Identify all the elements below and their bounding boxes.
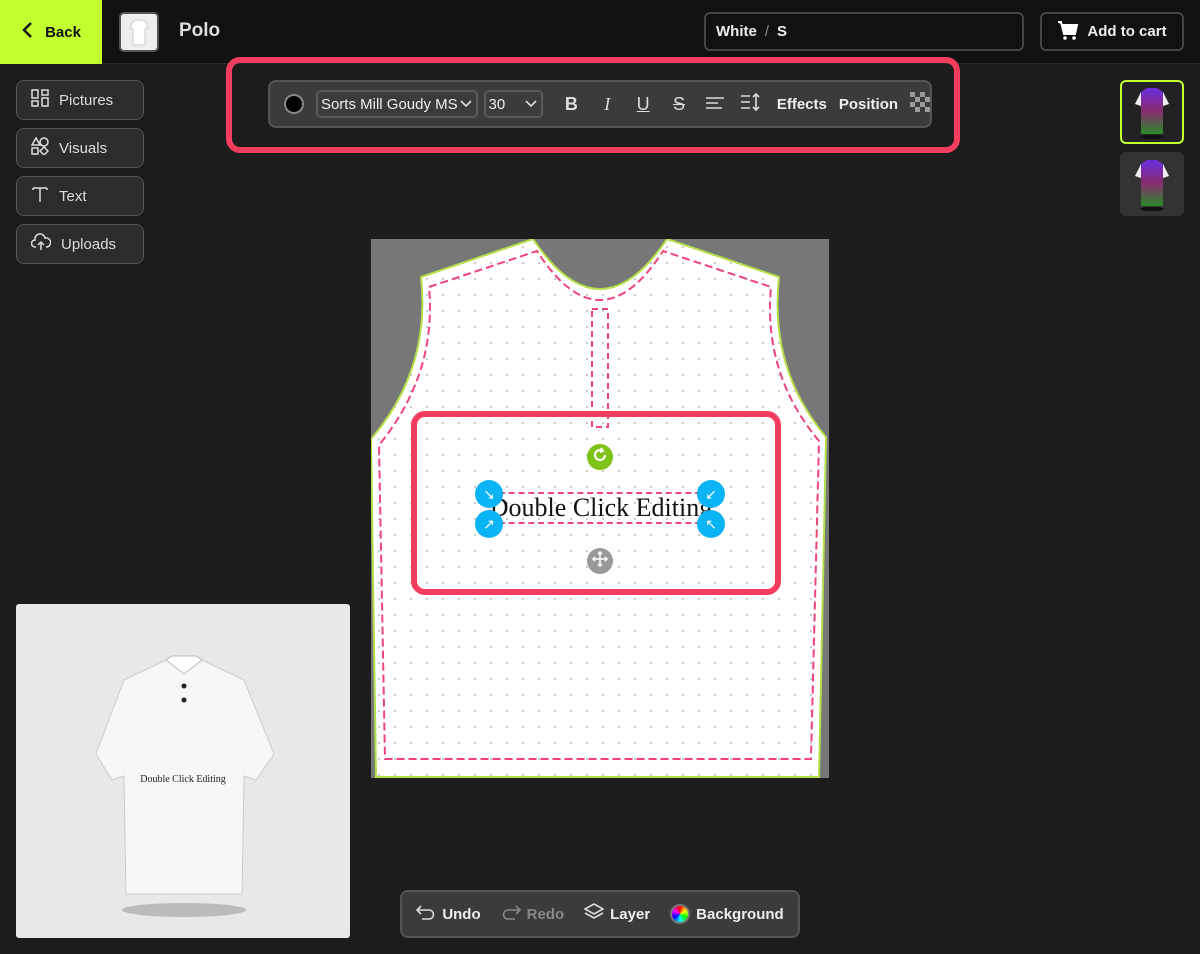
resize-handle-bottom-right[interactable]: ↖ bbox=[697, 510, 725, 538]
undo-button[interactable]: Undo bbox=[416, 904, 481, 924]
layer-label: Layer bbox=[610, 905, 651, 923]
redo-button[interactable]: Redo bbox=[501, 904, 565, 924]
italic-button[interactable]: I bbox=[589, 94, 625, 115]
sidebar-item-label: Uploads bbox=[61, 235, 117, 253]
variant-thumbnail-front[interactable] bbox=[1120, 80, 1184, 144]
product-title: Polo bbox=[179, 20, 221, 41]
redo-label: Redo bbox=[526, 905, 565, 923]
rotate-handle[interactable] bbox=[587, 444, 613, 470]
rotate-icon bbox=[592, 446, 608, 468]
add-to-cart-button[interactable]: Add to cart bbox=[1040, 12, 1184, 51]
variant-separator: / bbox=[764, 23, 769, 40]
align-left-icon[interactable] bbox=[697, 94, 733, 115]
variant-thumbnail-back[interactable] bbox=[1120, 152, 1184, 216]
cart-icon bbox=[1057, 20, 1079, 44]
move-handle[interactable] bbox=[587, 548, 613, 574]
position-button[interactable]: Position bbox=[839, 96, 898, 113]
sidebar-item-pictures[interactable]: Pictures bbox=[16, 80, 144, 120]
preview-design-text: Double Click Editing bbox=[140, 774, 226, 785]
underline-button[interactable]: U bbox=[625, 94, 661, 115]
add-to-cart-label: Add to cart bbox=[1087, 23, 1167, 40]
back-button[interactable]: Back bbox=[0, 0, 102, 64]
transparency-icon[interactable] bbox=[910, 91, 931, 117]
font-family-select[interactable]: Sorts Mill Goudy MS bbox=[315, 90, 478, 118]
background-label: Background bbox=[696, 905, 784, 923]
undo-label: Undo bbox=[442, 905, 481, 923]
font-size-value: 30 bbox=[488, 95, 506, 113]
background-button[interactable]: Background bbox=[670, 904, 784, 924]
layers-icon bbox=[583, 903, 605, 925]
variant-size: S bbox=[777, 23, 788, 40]
sidebar-item-visuals[interactable]: Visuals bbox=[16, 128, 144, 168]
strikethrough-button[interactable]: S bbox=[661, 94, 697, 115]
line-height-icon[interactable] bbox=[733, 92, 769, 116]
font-family-value: Sorts Mill Goudy MS bbox=[320, 95, 457, 113]
redo-icon bbox=[501, 904, 521, 924]
undo-icon bbox=[416, 904, 436, 924]
sidebar-item-text[interactable]: Text bbox=[16, 176, 144, 216]
cloud-upload-icon bbox=[30, 233, 52, 255]
shapes-icon bbox=[30, 136, 50, 159]
sidebar-item-uploads[interactable]: Uploads bbox=[16, 224, 144, 264]
font-size-select[interactable]: 30 bbox=[483, 90, 544, 118]
product-thumbnail bbox=[119, 12, 159, 52]
layer-button[interactable]: Layer bbox=[583, 903, 651, 925]
text-icon bbox=[31, 185, 49, 207]
sidebar-item-label: Visuals bbox=[59, 139, 108, 157]
sidebar-item-label: Pictures bbox=[59, 91, 114, 109]
top-bar: Back Polo White / S Add to cart bbox=[0, 0, 1200, 64]
resize-handle-top-right[interactable]: ↙ bbox=[697, 480, 725, 508]
bottom-toolbar: Undo Redo Layer Background bbox=[400, 890, 800, 938]
bold-button[interactable]: B bbox=[553, 94, 589, 115]
design-canvas[interactable]: Double Click Editing ↘ ↙ ↗ ↖ bbox=[371, 239, 829, 778]
chevron-down-icon bbox=[524, 96, 538, 113]
text-toolbar: Sorts Mill Goudy MS 30 B I U S Effects P… bbox=[268, 80, 932, 128]
resize-handle-top-left[interactable]: ↘ bbox=[475, 480, 503, 508]
resize-handle-bottom-left[interactable]: ↗ bbox=[475, 510, 503, 538]
product-preview: Double Click Editing bbox=[16, 604, 350, 938]
sidebar-item-label: Text bbox=[59, 187, 87, 205]
variant-select[interactable]: White / S bbox=[704, 12, 1024, 51]
chevron-down-icon bbox=[459, 96, 473, 113]
canvas-design-text[interactable]: Double Click Editing bbox=[481, 493, 721, 523]
color-wheel-icon bbox=[670, 904, 691, 924]
grid-icon bbox=[31, 89, 49, 111]
text-color-swatch[interactable] bbox=[284, 94, 304, 114]
move-icon bbox=[591, 550, 609, 572]
effects-button[interactable]: Effects bbox=[777, 96, 827, 113]
back-label: Back bbox=[45, 23, 81, 41]
chevron-left-icon bbox=[21, 21, 33, 43]
variant-color: White bbox=[716, 23, 757, 40]
